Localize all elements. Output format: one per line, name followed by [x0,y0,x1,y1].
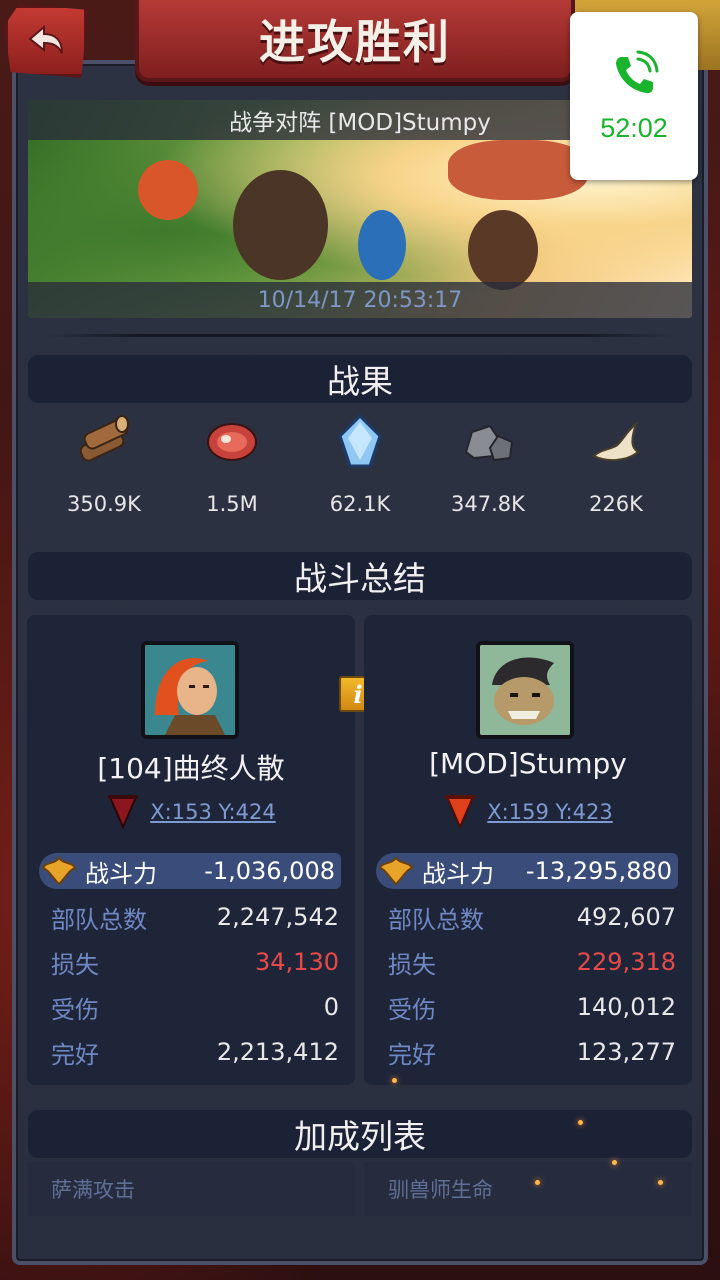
stat-label: 部队总数 [51,905,147,934]
stat-value: 2,213,412 [216,1038,339,1066]
stat-value: 0 [323,993,339,1021]
defender-card: [MOD]Stumpy X:159 Y:423 战斗力 -13,295,880 … [364,615,692,1085]
stat-label: 受伤 [388,995,436,1024]
location-row: X:159 Y:423 [364,793,692,831]
stone-icon [464,424,514,462]
title-banner: 进攻胜利 [135,0,575,82]
call-overlay[interactable]: 52:02 [570,12,698,180]
stat-label: 完好 [388,1040,436,1069]
avatar-portrait [480,645,570,735]
warrior-figure [233,170,328,280]
beast-figure [138,160,198,220]
reward-value: 226K [589,492,643,516]
reward-value: 347.8K [451,492,525,516]
banner-flag-icon [108,795,139,830]
power-bar: 战斗力 -1,036,008 [39,853,341,889]
power-value: -1,036,008 [204,857,335,885]
bonus-title: 加成列表 [294,1117,426,1156]
meat-icon [207,423,257,461]
reward-stone: 347.8K [424,412,552,522]
bonus-label: 驯兽师生命 [388,1178,493,1202]
rewards-list: 350.9K 1.5M 62.1K 347.8K 226K [40,412,680,522]
stat-losses: 损失 229,318 [388,942,676,982]
stat-intact: 完好 123,277 [388,1032,676,1072]
phone-call-icon [616,50,659,93]
crystal-icon [338,413,382,468]
player-name: [MOD]Stumpy [429,747,627,780]
phoenix-emblem-icon [378,856,414,886]
coordinates-link[interactable]: X:159 Y:423 [487,800,612,824]
stat-label: 部队总数 [388,905,484,934]
opponent-label: 战争对阵 [MOD]Stumpy [229,110,491,136]
ember-particle [535,1180,540,1185]
reward-crystal: 62.1K [296,412,424,522]
dragon-figure [448,140,588,200]
bonus-item: 萨满攻击 [27,1162,355,1216]
ember-particle [578,1120,583,1125]
warrior-figure-2 [468,210,538,290]
rewards-header: 战果 [28,355,692,403]
ember-particle [612,1160,617,1165]
location-row: X:153 Y:424 [27,793,355,831]
attacker-card: [104]曲终人散 X:153 Y:424 战斗力 -1,036,008 部队总… [27,615,355,1085]
stat-losses: 损失 34,130 [51,942,339,982]
coordinates-link[interactable]: X:153 Y:424 [150,800,275,824]
banner-flag-icon [445,795,476,830]
ember-particle [392,1078,397,1083]
page-title: 进攻胜利 [259,15,451,69]
battle-time-bar: 10/14/17 20:53:17 [28,282,692,318]
back-arrow-icon [28,24,63,54]
stat-label: 完好 [51,1040,99,1069]
phoenix-emblem-icon [41,856,77,886]
stat-total-troops: 部队总数 492,607 [388,897,676,937]
bonus-header: 加成列表 [28,1110,692,1158]
stat-label: 损失 [388,950,436,979]
reward-wood: 350.9K [40,412,168,522]
summary-title: 战斗总结 [294,559,426,598]
summary-header: 战斗总结 [28,552,692,600]
back-button[interactable] [4,4,88,78]
stat-label: 受伤 [51,995,99,1024]
power-bar: 战斗力 -13,295,880 [376,853,678,889]
avatar[interactable] [476,641,574,739]
reward-value: 1.5M [206,492,258,516]
power-value: -13,295,880 [525,857,672,885]
player-name: [104]曲终人散 [97,752,285,785]
reward-value: 350.9K [67,492,141,516]
bonus-item: 驯兽师生命 [364,1162,692,1216]
shaman-figure [358,210,406,280]
stat-wounded: 受伤 0 [51,987,339,1027]
stat-value: 123,277 [576,1038,676,1066]
avatar[interactable] [141,641,239,739]
stat-total-troops: 部队总数 2,247,542 [51,897,339,937]
power-label: 战斗力 [422,859,494,888]
reward-bone: 226K [552,412,680,522]
reward-meat: 1.5M [168,412,296,522]
stat-wounded: 受伤 140,012 [388,987,676,1027]
stat-value: 34,130 [255,948,339,976]
stat-label: 损失 [51,950,99,979]
divider [44,334,676,337]
stat-value: 2,247,542 [216,903,339,931]
call-duration: 52:02 [600,112,668,143]
power-label: 战斗力 [85,859,157,888]
ember-particle [658,1180,663,1185]
battle-timestamp: 10/14/17 20:53:17 [257,287,463,313]
avatar-portrait [145,645,235,735]
stat-value: 492,607 [576,903,676,931]
bone-icon [592,421,640,462]
bonus-label: 萨满攻击 [51,1178,135,1202]
rewards-title: 战果 [327,362,393,401]
stat-value: 140,012 [576,993,676,1021]
stat-intact: 完好 2,213,412 [51,1032,339,1072]
reward-value: 62.1K [329,492,391,516]
wood-log-icon [79,415,129,462]
stat-value: 229,318 [576,948,676,976]
